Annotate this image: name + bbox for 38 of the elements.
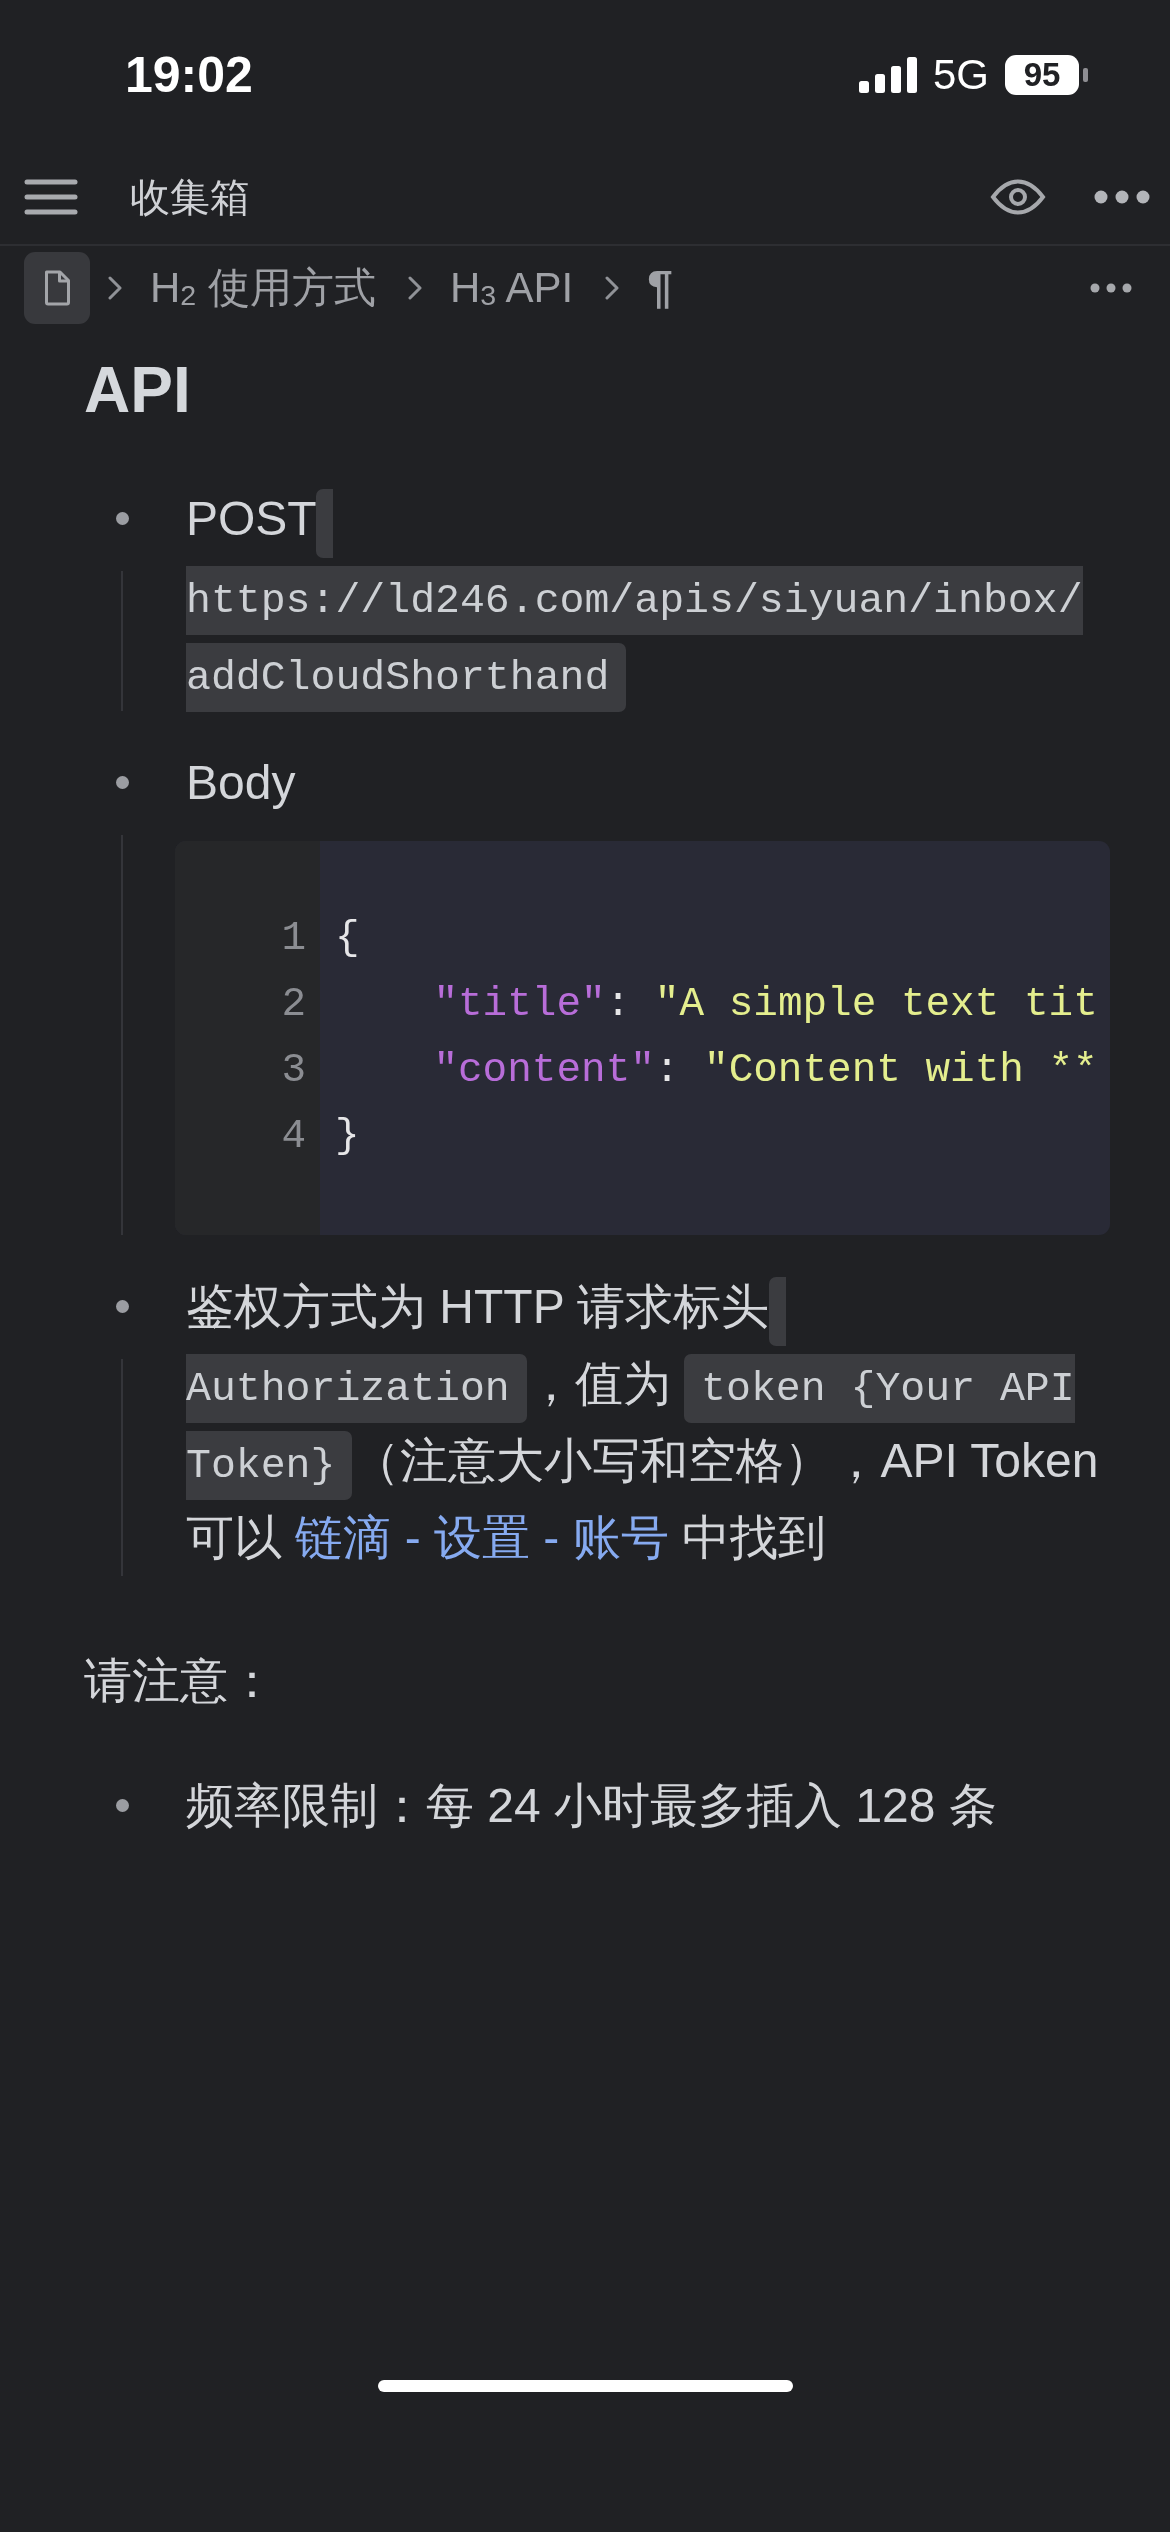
bullet-icon — [116, 1300, 129, 1313]
paragraph: 请注意： — [84, 1653, 277, 1709]
breadcrumb-item[interactable]: H$_{2}$ 使用方式 — [150, 262, 376, 314]
code-line: } — [335, 1112, 361, 1161]
code-line: "title": "A simple text tit — [432, 980, 1099, 1029]
chevron-icon — [605, 276, 620, 300]
signal-icon — [858, 57, 917, 93]
breadcrumb-item[interactable]: H$_{3}$ API — [449, 262, 574, 314]
line-number: 2 — [280, 980, 306, 1029]
heading: API — [83, 353, 192, 428]
bullet-icon — [116, 776, 129, 789]
document-button[interactable] — [24, 252, 90, 324]
page-title: 收集箱 — [130, 174, 250, 221]
chevron-icon — [108, 276, 122, 300]
list-item-text: 频率限制：每 24 小时最多插入 128 条 — [186, 1778, 998, 1834]
code-line: "content": "Content with ** — [432, 1046, 1099, 1095]
document-icon — [43, 270, 71, 306]
battery-level: 95 — [1005, 55, 1079, 95]
list-item-text: Body — [186, 755, 297, 811]
breadcrumb-item[interactable]: ¶ — [647, 260, 673, 316]
bullet-icon — [116, 512, 129, 525]
menu-icon[interactable] — [24, 179, 78, 215]
battery-tip-icon — [1083, 68, 1088, 82]
inline-code: addCloudShorthand — [186, 643, 627, 712]
network-label: 5G — [932, 54, 989, 96]
code-line: { — [335, 914, 361, 963]
line-number: 4 — [280, 1112, 306, 1161]
line-number: 3 — [280, 1046, 306, 1095]
more-icon[interactable] — [1094, 190, 1150, 204]
list-item-text: POST https://ld246.com/apis/siyuan/inbox/addCloudShorthand — [186, 480, 1140, 711]
status-time: 19:02 — [125, 50, 253, 100]
list-item-text: 鉴权方式为 HTTP 请求标头 Authorization ，值为 token {Your API Token} （注意大小写和空格），API Token 可以 链滴 - 设置 - 账号 中找到 — [186, 1268, 1140, 1576]
bullet-icon — [116, 1799, 129, 1812]
eye-icon[interactable] — [990, 179, 1046, 215]
chevron-icon — [407, 276, 422, 300]
line-number: 1 — [280, 914, 306, 963]
more-icon[interactable] — [1090, 283, 1132, 293]
link[interactable]: 链滴 - 设置 - 账号 — [295, 1511, 669, 1564]
